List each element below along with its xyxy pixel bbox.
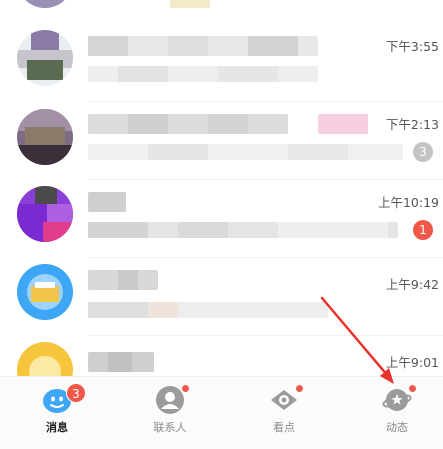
avatar <box>17 264 73 320</box>
chat-row[interactable]: 下午2:13 3 <box>0 100 443 180</box>
avatar <box>17 0 73 8</box>
message-preview-blur <box>88 302 328 318</box>
chat-time: 下午3:55 <box>385 39 439 54</box>
avatar <box>17 186 73 242</box>
tab-contacts[interactable]: 联系人 <box>115 377 225 449</box>
chat-row[interactable] <box>0 0 443 20</box>
name-blur <box>88 36 318 56</box>
chat-list: 下午3:55 下午2:13 3 上午10:19 1 上午9:42 上午9:01 <box>0 0 443 380</box>
tab-messages-label: 消息 <box>46 421 68 434</box>
tab-moments-label: 动态 <box>386 421 408 434</box>
tab-contacts-label: 联系人 <box>153 421 187 434</box>
tab-messages[interactable]: 3 消息 <box>2 377 112 449</box>
name-blur <box>88 352 154 372</box>
tab-contacts-dot <box>181 384 190 393</box>
name-blur <box>88 114 288 134</box>
unread-badge: 3 <box>413 142 433 162</box>
chat-time: 上午9:42 <box>385 277 439 292</box>
tab-discover-label: 看点 <box>273 421 295 434</box>
chat-time: 上午9:01 <box>385 355 439 370</box>
message-preview-blur <box>88 222 398 238</box>
chat-row[interactable]: 下午3:55 <box>0 22 443 102</box>
name-blur <box>88 192 126 212</box>
tab-moments-dot <box>408 384 417 393</box>
tab-messages-count: 3 <box>66 383 86 403</box>
name-blur-extra <box>318 114 368 134</box>
chat-time: 下午2:13 <box>385 117 439 132</box>
chat-row[interactable]: 上午9:42 <box>0 256 443 336</box>
message-preview-blur <box>88 66 318 82</box>
avatar <box>17 30 73 86</box>
message-preview-blur <box>88 144 403 160</box>
tab-discover-dot <box>295 384 304 393</box>
chat-row[interactable]: 上午9:01 <box>0 334 443 380</box>
avatar <box>17 342 73 380</box>
tab-discover[interactable]: 看点 <box>229 377 339 449</box>
unread-badge: 1 <box>413 220 433 240</box>
bottom-tab-bar: 3 消息 联系人 看点 动态 <box>0 376 443 449</box>
message-preview-blur <box>170 0 210 8</box>
chat-row[interactable]: 上午10:19 1 <box>0 178 443 258</box>
name-blur <box>88 270 158 290</box>
tab-moments[interactable]: 动态 <box>342 377 443 449</box>
avatar <box>17 109 73 165</box>
chat-time: 上午10:19 <box>377 195 439 210</box>
